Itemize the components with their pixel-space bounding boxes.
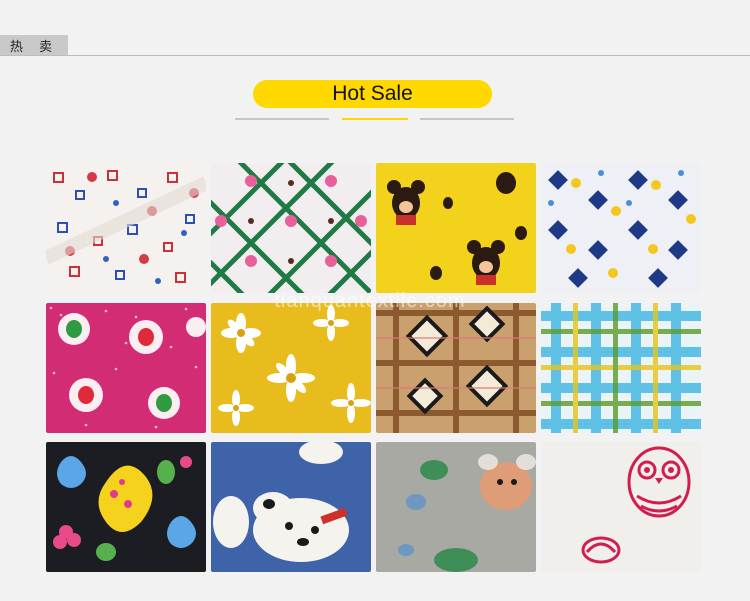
product-image-2[interactable] <box>211 163 371 293</box>
product-image-8[interactable] <box>541 303 701 433</box>
product-image-10[interactable] <box>211 442 371 572</box>
product-image-3[interactable] <box>376 163 536 293</box>
product-grid <box>0 0 750 601</box>
product-image-11[interactable] <box>376 442 536 572</box>
product-image-1[interactable] <box>46 163 206 293</box>
product-image-5[interactable] <box>46 303 206 433</box>
product-image-4[interactable] <box>541 163 701 293</box>
product-image-6[interactable] <box>211 303 371 433</box>
product-image-12[interactable] <box>541 442 701 572</box>
product-image-9[interactable] <box>46 442 206 572</box>
product-image-7[interactable] <box>376 303 536 433</box>
